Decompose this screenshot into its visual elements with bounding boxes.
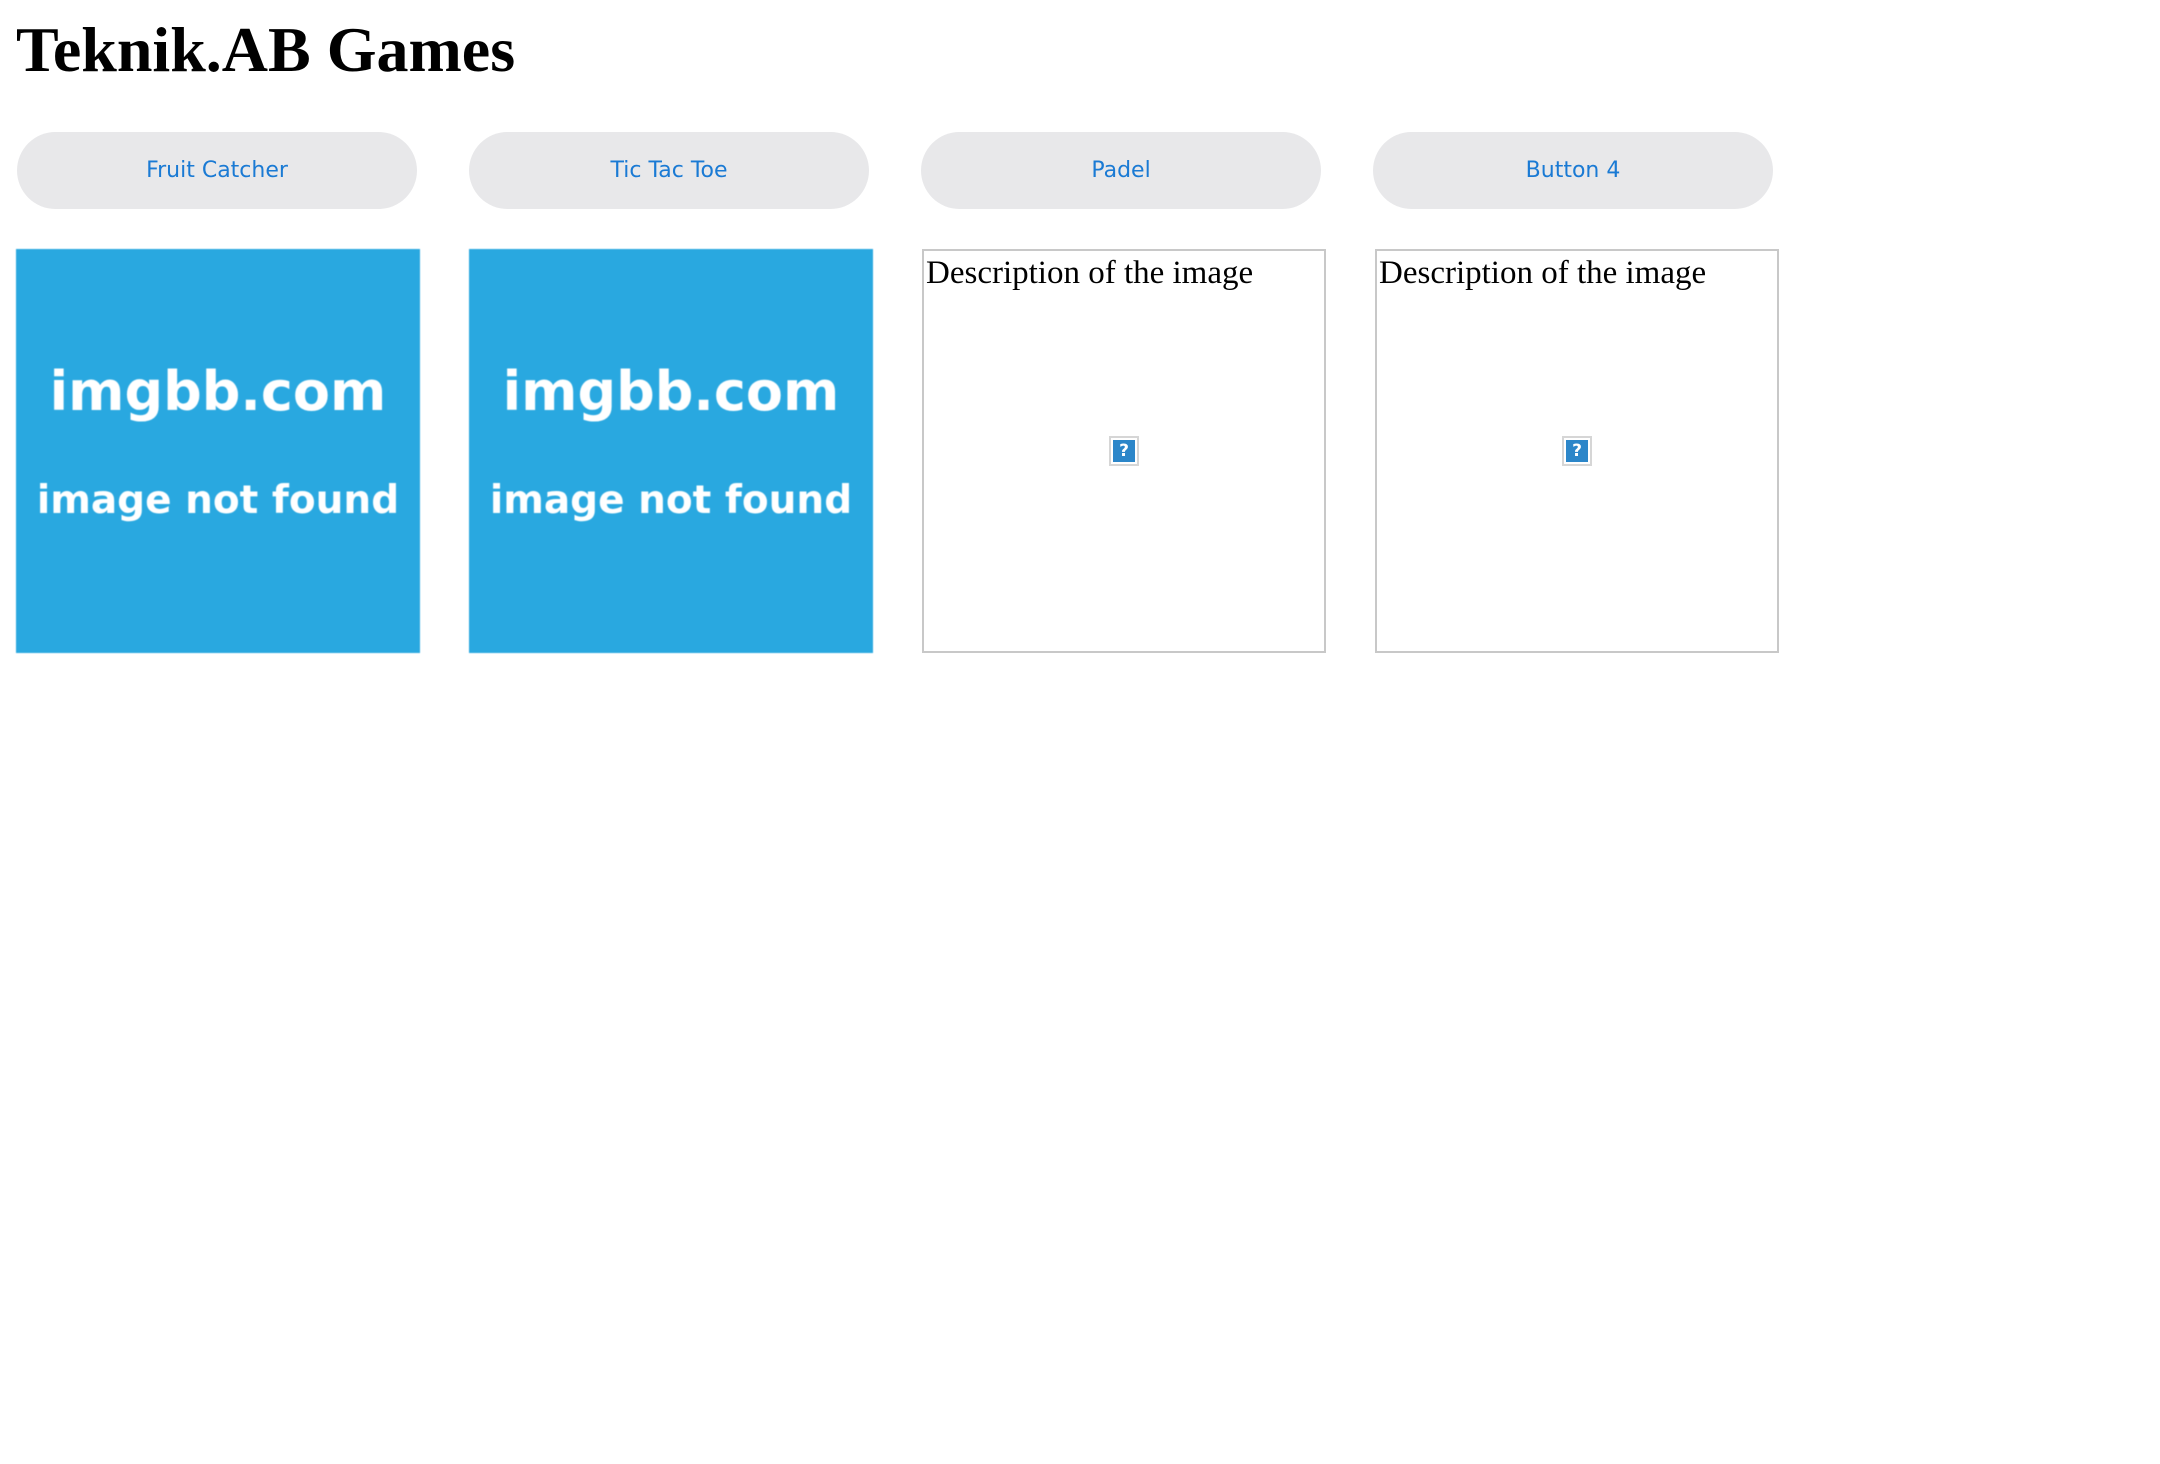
image-alt-text: Description of the image	[926, 255, 1254, 291]
game-button-row: Fruit Catcher Tic Tac Toe Padel Button 4	[17, 132, 1773, 209]
placeholder-domain-text: imgbb.com	[49, 360, 387, 423]
padel-image: Description of the image ?	[922, 249, 1326, 653]
tic-tac-toe-image: imgbb.com image not found	[469, 249, 873, 653]
button-4-image: Description of the image ?	[1375, 249, 1779, 653]
fruit-catcher-button[interactable]: Fruit Catcher	[17, 132, 417, 209]
fruit-catcher-image: imgbb.com image not found	[16, 249, 420, 653]
placeholder-message-text: image not found	[36, 478, 400, 523]
page-title: Teknik.AB Games	[16, 14, 516, 85]
padel-button[interactable]: Padel	[921, 132, 1321, 209]
placeholder-domain-text: imgbb.com	[502, 360, 840, 423]
placeholder-message-text: image not found	[489, 478, 853, 523]
broken-image-icon: ?	[1109, 436, 1139, 466]
button-4[interactable]: Button 4	[1373, 132, 1773, 209]
broken-image-glyph: ?	[1566, 440, 1588, 462]
game-image-row: imgbb.com image not found imgbb.com imag…	[16, 249, 1779, 653]
image-alt-text: Description of the image	[1379, 255, 1707, 291]
broken-image-glyph: ?	[1113, 440, 1135, 462]
tic-tac-toe-button[interactable]: Tic Tac Toe	[469, 132, 869, 209]
broken-image-icon: ?	[1562, 436, 1592, 466]
